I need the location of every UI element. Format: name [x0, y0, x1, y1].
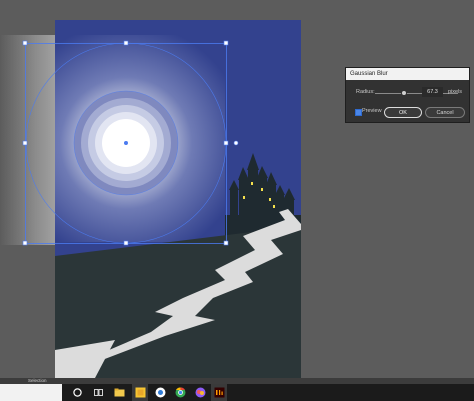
radius-label: Radius: [356, 89, 375, 95]
moon-core [102, 119, 150, 167]
preview-label[interactable]: Preview [362, 108, 382, 114]
radius-value-input[interactable]: 67.3 [422, 87, 443, 97]
ok-button[interactable]: OK [384, 107, 422, 118]
blur-glow [0, 35, 60, 245]
canvas-workspace[interactable] [0, 0, 474, 378]
edge-icon[interactable] [155, 387, 166, 398]
sticky-notes-icon[interactable] [135, 387, 146, 398]
taskbar-search-box[interactable] [0, 384, 62, 401]
file-explorer-icon[interactable] [114, 387, 125, 398]
chrome-icon[interactable] [175, 387, 186, 398]
artboard[interactable] [55, 20, 301, 378]
radius-slider-thumb[interactable] [401, 90, 407, 96]
cortana-icon[interactable] [72, 387, 83, 398]
photos-icon[interactable] [195, 387, 206, 398]
preview-checkbox[interactable] [355, 109, 362, 116]
cancel-button[interactable]: Cancel [425, 107, 465, 118]
gaussian-blur-dialog: Gaussian Blur Radius: 67.3 pixels Previe… [345, 67, 470, 123]
taskbar [0, 384, 474, 401]
illustrator-icon[interactable] [214, 387, 225, 398]
dialog-title: Gaussian Blur [346, 68, 469, 80]
radius-slider[interactable] [375, 90, 458, 96]
task-view-icon[interactable] [93, 387, 104, 398]
radius-unit: pixels [448, 89, 463, 95]
